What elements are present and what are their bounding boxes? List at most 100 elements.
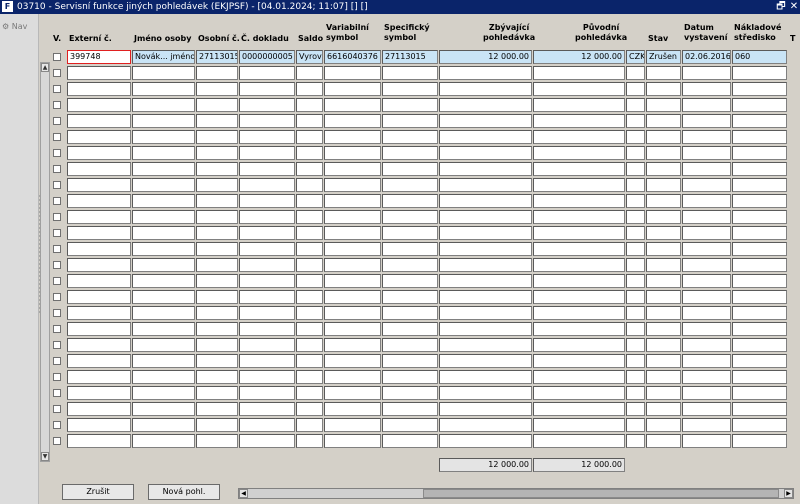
cell-jmeno[interactable] [132,242,195,256]
cell-osobni[interactable] [196,162,238,176]
cell-externi[interactable] [67,354,131,368]
cell-puvodni[interactable] [533,66,625,80]
cell-mena[interactable] [626,306,645,320]
cell-jmeno[interactable] [132,162,195,176]
cell-mena[interactable] [626,274,645,288]
cell-datum[interactable] [682,434,731,448]
row-checkbox[interactable] [53,245,61,253]
cell-saldo[interactable] [296,354,323,368]
row-checkbox[interactable] [53,309,61,317]
row-checkbox[interactable] [53,373,61,381]
cell-vs[interactable] [324,386,381,400]
cell-vs[interactable] [324,162,381,176]
cell-osobni[interactable] [196,98,238,112]
cell-doklad[interactable] [239,258,295,272]
cell-ss[interactable] [382,66,438,80]
table-row[interactable] [40,146,800,162]
cell-datum[interactable] [682,274,731,288]
cell-stav[interactable] [646,162,681,176]
cell-mena[interactable] [626,434,645,448]
cell-zbyvajici[interactable] [439,114,532,128]
cell-saldo[interactable] [296,114,323,128]
cell-mena[interactable] [626,66,645,80]
cell-saldo[interactable] [296,274,323,288]
cell-doklad[interactable] [239,114,295,128]
cell-puvodni[interactable] [533,386,625,400]
cell-externi[interactable] [67,210,131,224]
scroll-left-icon[interactable]: ◀ [239,489,248,498]
cell-osobni[interactable] [196,370,238,384]
cell-jmeno[interactable] [132,418,195,432]
cell-saldo[interactable] [296,162,323,176]
cell-nakl[interactable] [732,98,787,112]
cell-nakl[interactable] [732,162,787,176]
cell-osobni[interactable] [196,258,238,272]
cell-zbyvajici[interactable] [439,146,532,160]
cell-externi[interactable] [67,290,131,304]
cell-datum[interactable] [682,130,731,144]
cell-saldo[interactable] [296,194,323,208]
cell-datum[interactable] [682,226,731,240]
cell-puvodni[interactable] [533,178,625,192]
cell-nakl[interactable] [732,146,787,160]
cell-externi[interactable] [67,322,131,336]
cell-saldo[interactable] [296,402,323,416]
cell-stav[interactable] [646,146,681,160]
cell-jmeno[interactable] [132,274,195,288]
cell-vs[interactable]: 6616040376 [324,50,381,64]
cell-mena[interactable] [626,338,645,352]
cell-zbyvajici[interactable] [439,242,532,256]
cell-zbyvajici[interactable] [439,258,532,272]
cell-puvodni[interactable] [533,242,625,256]
cell-ss[interactable] [382,386,438,400]
cell-stav[interactable] [646,322,681,336]
cell-doklad[interactable] [239,418,295,432]
cell-saldo[interactable] [296,146,323,160]
cell-mena[interactable] [626,322,645,336]
cell-mena[interactable]: CZK [626,50,645,64]
zrusit-button[interactable]: Zrušit [62,484,134,500]
cell-ss[interactable] [382,210,438,224]
cell-jmeno[interactable] [132,434,195,448]
cell-saldo[interactable] [296,386,323,400]
table-row[interactable] [40,82,800,98]
cell-puvodni[interactable] [533,434,625,448]
cell-stav[interactable]: Zrušen [646,50,681,64]
table-row[interactable] [40,338,800,354]
table-row[interactable] [40,434,800,450]
cell-saldo[interactable] [296,418,323,432]
cell-puvodni[interactable] [533,418,625,432]
cell-jmeno[interactable] [132,370,195,384]
cell-jmeno[interactable] [132,178,195,192]
cell-nakl[interactable] [732,242,787,256]
cell-puvodni[interactable] [533,194,625,208]
cell-doklad[interactable] [239,146,295,160]
cell-nakl[interactable] [732,130,787,144]
cell-osobni[interactable] [196,402,238,416]
cell-osobni[interactable] [196,418,238,432]
cell-doklad[interactable] [239,98,295,112]
cell-stav[interactable] [646,82,681,96]
cell-ss[interactable] [382,354,438,368]
cell-ss[interactable] [382,130,438,144]
row-checkbox[interactable] [53,213,61,221]
cell-doklad[interactable] [239,434,295,448]
cell-datum[interactable] [682,322,731,336]
column-header-nakl[interactable]: Nákladové středisko [734,23,781,43]
cell-jmeno[interactable] [132,82,195,96]
cell-nakl[interactable] [732,402,787,416]
cell-vs[interactable] [324,418,381,432]
cell-zbyvajici[interactable] [439,178,532,192]
cell-zbyvajici[interactable] [439,98,532,112]
row-checkbox[interactable] [53,69,61,77]
cell-mena[interactable] [626,354,645,368]
cell-externi[interactable] [67,146,131,160]
cell-nakl[interactable] [732,82,787,96]
table-row[interactable] [40,354,800,370]
cell-stav[interactable] [646,98,681,112]
cell-osobni[interactable] [196,82,238,96]
cell-externi[interactable] [67,370,131,384]
cell-doklad[interactable] [239,194,295,208]
cell-ss[interactable] [382,306,438,320]
cell-doklad[interactable] [239,82,295,96]
